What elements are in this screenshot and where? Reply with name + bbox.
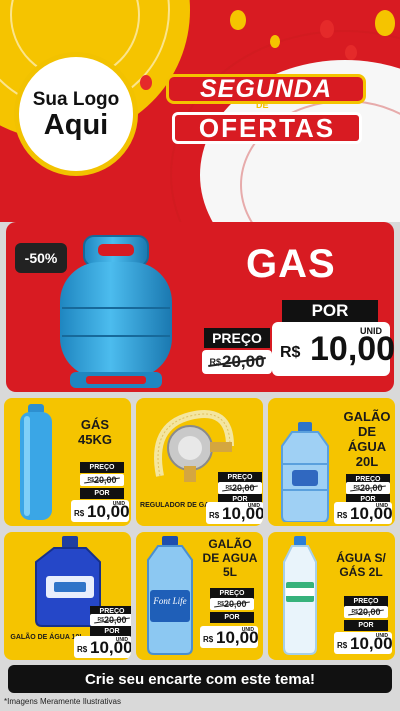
preco-label: PREÇO (80, 462, 124, 473)
old-price: R$20,00 (344, 606, 388, 618)
price-value: 10,00 (222, 504, 263, 523)
old-price: R$20,00 (90, 614, 131, 626)
old-price: R$20,00 (210, 598, 254, 610)
product-name: GALÃO DE AGUA 5L (202, 537, 258, 579)
old-price: R$ 20,00 (202, 350, 272, 374)
product-card[interactable]: GALÃO DE ÁGUA 10L PREÇO R$20,00 POR UNID… (4, 532, 131, 660)
price-value: 10,00 (216, 628, 259, 647)
balloon-icon (270, 35, 280, 48)
balloon-icon (230, 10, 246, 30)
create-flyer-button[interactable]: Crie seu encarte com este tema! (8, 665, 392, 693)
headline-connector: DE (256, 100, 269, 110)
currency: R$ (203, 635, 214, 644)
new-price: UNID R$ 10,00 (71, 500, 130, 522)
water-bottle-5l-icon: Font Life (147, 536, 193, 655)
price-value: 10,00 (90, 638, 131, 657)
price-value: 10,00 (310, 330, 394, 368)
product-name: GÁS 45KG (78, 417, 112, 447)
new-price: UNID R$ 10,00 (74, 636, 131, 658)
balloon-icon (320, 20, 334, 38)
disclaimer: *Imagens Meramente Ilustrativas (4, 697, 121, 706)
balloon-icon (345, 45, 357, 60)
product-card[interactable]: Font Life GALÃO DE AGUA 5L PREÇO R$20,00… (136, 532, 263, 660)
new-price: UNID R$ 10,00 (334, 502, 393, 524)
gas-cylinder-icon (20, 404, 52, 520)
gas-tank-icon (60, 235, 172, 388)
preco-label: PREÇO (204, 328, 270, 348)
balloon-icon (375, 10, 395, 36)
currency: R$ (209, 511, 220, 520)
product-card[interactable]: REGULADOR DE GAS PREÇO R$20,00 POR UNIDR… (136, 398, 263, 526)
old-price: R$20,00 (346, 482, 390, 494)
balloon-icon (130, 55, 140, 67)
headline: SEGUNDA DE OFERTAS (160, 74, 380, 154)
old-price: R$20,00 (80, 474, 124, 486)
headline-line2: OFERTAS (172, 112, 362, 144)
por-label: POR (344, 620, 388, 631)
new-price: UNID R$ 10,00 (272, 322, 394, 376)
balloon-icon (140, 75, 152, 90)
por-label: POR (282, 300, 378, 322)
price-value: 10,00 (350, 504, 393, 523)
product-card[interactable]: GÁS 45KG PREÇO R$20,00 POR UNIDR$10,00 (4, 398, 131, 526)
new-price: UNID R$ 10,00 (200, 626, 259, 648)
bottle-brand-text: Font Life (152, 596, 186, 606)
header-banner: Sua Logo Aqui SEGUNDA DE OFERTAS (0, 0, 400, 222)
currency: R$ (77, 645, 88, 654)
logo-placeholder[interactable]: Sua Logo Aqui (14, 52, 138, 176)
currency: R$ (337, 641, 348, 650)
logo-line1: Sua Logo (32, 88, 120, 110)
water-jug-icon (281, 422, 329, 522)
old-price: R$20,00 (218, 482, 262, 494)
hero-offer[interactable]: -50% GAS POR PREÇO R$ 20,00 UNID R$ 10,0… (6, 222, 394, 392)
new-price: UNID R$ 10,00 (334, 632, 393, 654)
currency: R$ (74, 509, 85, 518)
por-label: POR (80, 488, 124, 499)
price-value: 10,00 (350, 634, 393, 653)
new-price: UNID R$ 10,00 (206, 502, 263, 524)
product-name: ÁGUA S/ GÁS 2L (336, 551, 386, 579)
product-card[interactable]: ÁGUA S/ GÁS 2L PREÇO R$20,00 POR UNIDR$1… (268, 532, 395, 660)
product-name: GALÃO DE ÁGUA 20L (343, 409, 391, 469)
currency: R$ (337, 511, 348, 520)
product-name: REGULADOR DE GAS (140, 502, 214, 509)
price-value: 10,00 (87, 502, 130, 521)
logo-line2: Aqui (43, 108, 109, 141)
por-label: POR (210, 612, 254, 623)
product-card[interactable]: GALÃO DE ÁGUA 20L PREÇO R$20,00 POR UNID… (268, 398, 395, 526)
currency: R$ (280, 344, 301, 361)
water-bottle-2l-icon (283, 536, 317, 655)
hero-product-name: GAS (246, 242, 336, 286)
